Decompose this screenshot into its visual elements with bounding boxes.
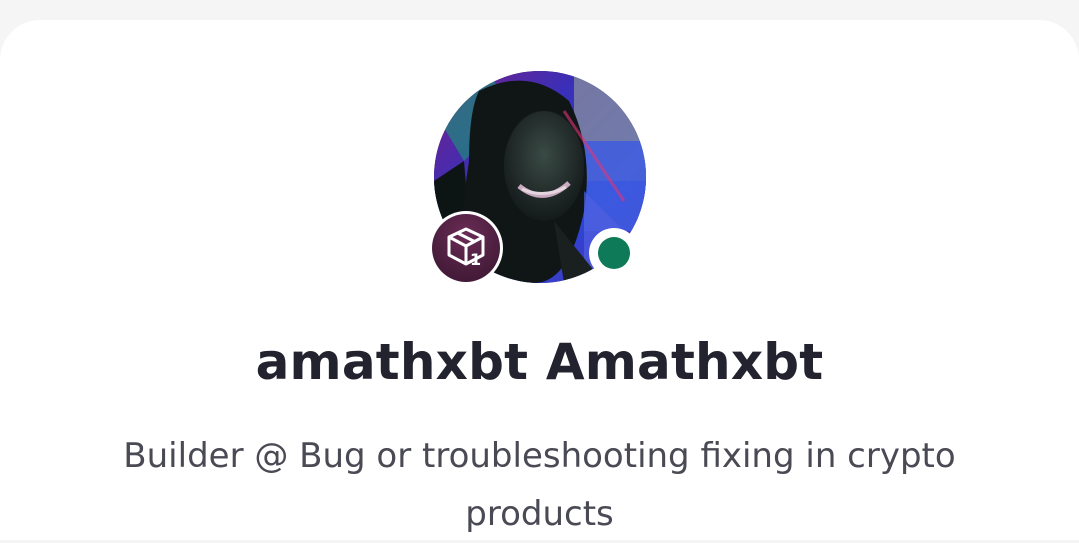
cube-icon [447, 227, 485, 266]
nft-badge-count: 1 [470, 250, 482, 269]
profile-name: amathxbt Amathxbt [255, 333, 824, 391]
online-status [589, 228, 639, 278]
avatar-container[interactable]: 1 [429, 71, 646, 285]
nft-badge[interactable]: 1 [429, 211, 503, 285]
online-status-dot [598, 237, 630, 269]
nft-badge-inner: 1 [432, 214, 500, 282]
profile-card: 1 amathxbt Amathxbt Builder @ Bug or tro… [0, 20, 1079, 540]
profile-bio: Builder @ Bug or troubleshooting fixing … [123, 436, 956, 534]
